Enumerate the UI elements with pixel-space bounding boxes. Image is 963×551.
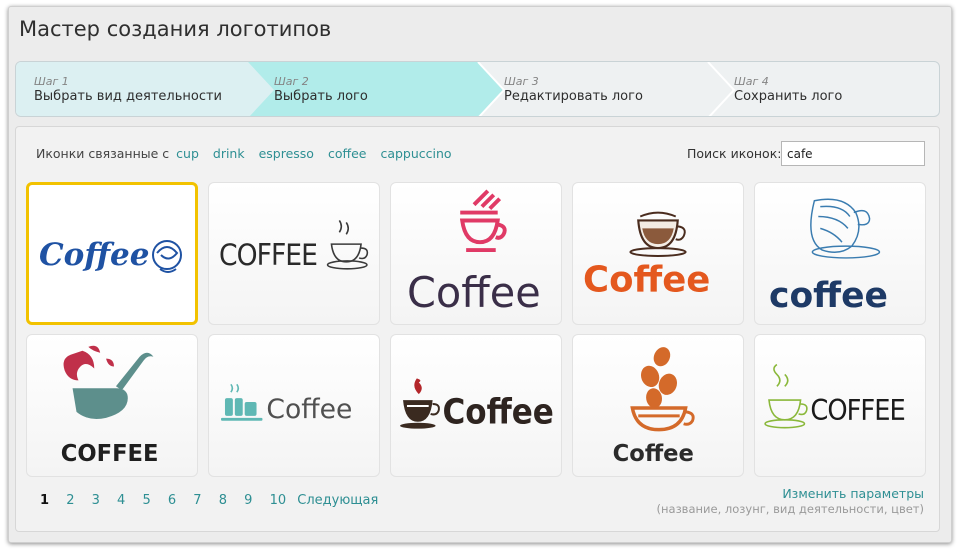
logo-tile[interactable]: coffee: [754, 182, 926, 325]
step-1-number: Шаг 1: [34, 75, 69, 88]
logo-preview-6: COFFEE: [61, 345, 159, 467]
step-4[interactable]: Шаг 4 Сохранить лого: [734, 75, 842, 104]
logo-text: COFFEE: [61, 441, 159, 467]
page-link-current[interactable]: 1: [40, 493, 49, 508]
tag-link[interactable]: espresso: [259, 146, 314, 161]
logo-text: Coffee: [39, 237, 149, 273]
tag-link[interactable]: drink: [213, 146, 245, 161]
cup-red-drop-icon: [400, 378, 440, 429]
search-input[interactable]: [781, 141, 925, 166]
page-link[interactable]: 7: [193, 493, 201, 508]
logo-preview-4: Coffee: [583, 211, 710, 300]
logo-preview-5: coffee: [769, 198, 888, 316]
logo-text: Coffee: [407, 269, 541, 317]
logo-text: Coffee: [266, 394, 352, 425]
logo-preview-7: Coffee: [221, 383, 352, 425]
logo-text: Coffee: [583, 259, 710, 300]
step-1-label: Выбрать вид деятельности: [34, 89, 222, 104]
cup-stack-teal-icon: [221, 383, 263, 421]
search-label: Поиск иконок:: [687, 146, 782, 161]
logo-tile[interactable]: COFFEE: [26, 334, 198, 477]
change-params-link[interactable]: Изменить параметры: [782, 486, 924, 501]
cocktail-glass-straws-icon: [459, 189, 507, 253]
logo-preview-1: Coffee: [39, 237, 182, 273]
logo-gallery-panel: Иконки связанные с cup drink espresso co…: [15, 126, 940, 532]
espresso-cup-brown-icon: [629, 211, 687, 257]
pagination: 1 2 3 4 5 6 7 8 9 10 Следующая: [40, 493, 378, 508]
page-link[interactable]: 6: [168, 493, 176, 508]
step-4-label: Сохранить лого: [734, 89, 843, 104]
logo-text: coffee: [769, 276, 888, 316]
page-link[interactable]: 2: [66, 493, 74, 508]
params-hint: (название, лозунг, вид деятельности, цве…: [656, 502, 924, 516]
logo-tile[interactable]: COFFEE: [754, 334, 926, 477]
logo-preview-2: COFFEE: [219, 220, 369, 272]
logo-text: COFFEE: [219, 238, 317, 272]
logo-text: COFFEE: [810, 393, 904, 427]
tag-link[interactable]: coffee: [328, 146, 367, 161]
step-2[interactable]: Шаг 2 Выбрать лого: [274, 75, 368, 104]
step-3-number: Шаг 3: [504, 75, 539, 88]
page-link[interactable]: 8: [219, 493, 227, 508]
page-link[interactable]: 5: [142, 493, 150, 508]
teacup-sketch-icon: [810, 198, 881, 259]
logo-tile[interactable]: Coffee: [572, 182, 744, 325]
logo-wizard-window: Мастер создания логотипов Шаг 1 Выбрать …: [8, 6, 952, 543]
related-tags-label: Иконки связанные с: [36, 146, 170, 161]
green-cup-steam-icon: [764, 363, 808, 429]
page-link[interactable]: 4: [117, 493, 125, 508]
tag-link[interactable]: cappuccino: [380, 146, 451, 161]
step-4-divider: [707, 62, 736, 116]
coffee-beans-cup-icon: [630, 347, 695, 432]
logo-tile[interactable]: Coffee: [26, 182, 198, 325]
step-4-number: Шаг 4: [734, 75, 769, 88]
page-title: Мастер создания логотипов: [19, 17, 332, 41]
logo-text: Coffee: [442, 393, 553, 433]
related-tags: Иконки связанные с cup drink espresso co…: [36, 146, 452, 161]
page-link[interactable]: 10: [270, 493, 287, 508]
logo-preview-10: COFFEE: [764, 363, 906, 429]
logo-tile[interactable]: COFFEE: [208, 182, 380, 325]
tag-link[interactable]: cup: [176, 146, 199, 161]
logo-preview-9: Coffee: [613, 347, 695, 467]
coffee-cup-steam-sketch-icon: [326, 220, 369, 270]
logo-tile[interactable]: Coffee: [208, 334, 380, 477]
page-link[interactable]: 9: [244, 493, 252, 508]
step-2-label: Выбрать лого: [274, 89, 368, 104]
logo-text: Coffee: [613, 441, 694, 467]
logo-tile[interactable]: Coffee: [572, 334, 744, 477]
abstract-splash-cup-icon: [63, 345, 154, 419]
step-3-label: Редактировать лого: [504, 89, 643, 104]
logo-tile[interactable]: Coffee: [390, 182, 562, 325]
logo-tile[interactable]: Coffee: [390, 334, 562, 477]
step-1[interactable]: Шаг 1 Выбрать вид деятельности: [34, 75, 222, 104]
logo-preview-8: Coffee: [400, 378, 554, 433]
wizard-steps: Шаг 1 Выбрать вид деятельности Шаг 2 Выб…: [15, 61, 940, 117]
step-2-number: Шаг 2: [274, 75, 309, 88]
coffee-cup-swirl-icon: [152, 240, 182, 273]
logo-preview-3: Coffee: [407, 189, 541, 317]
step-3[interactable]: Шаг 3 Редактировать лого: [504, 75, 643, 104]
page-link[interactable]: 3: [92, 493, 100, 508]
next-page-link[interactable]: Следующая: [297, 493, 378, 508]
